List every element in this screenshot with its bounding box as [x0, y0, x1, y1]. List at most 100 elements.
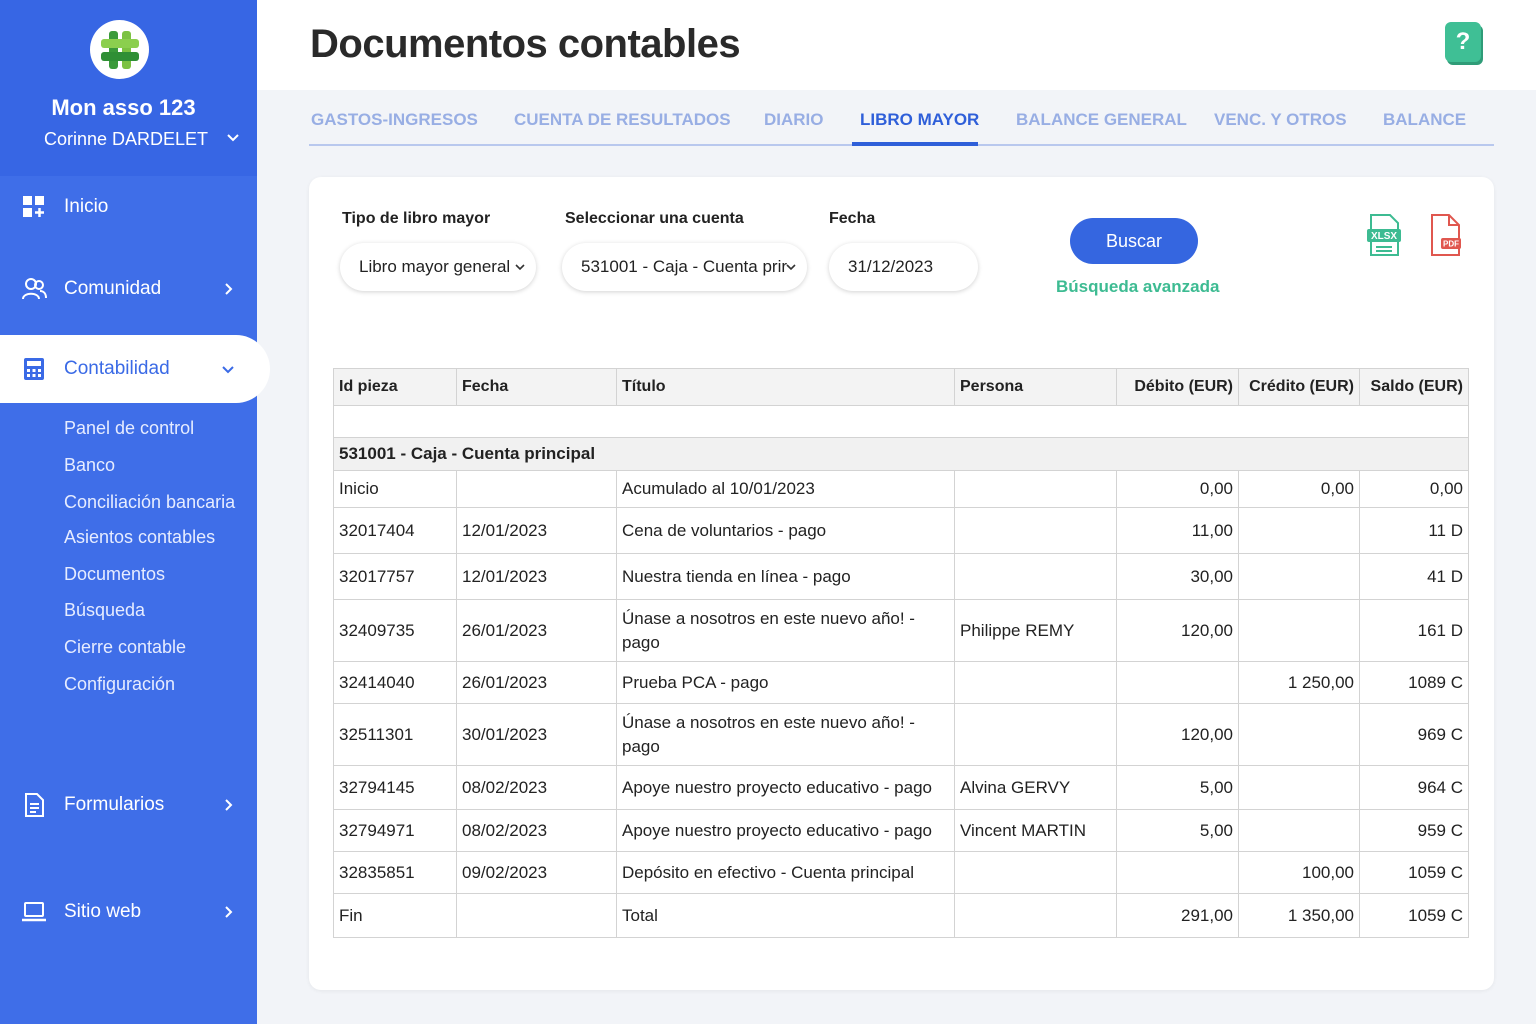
col-header[interactable]: Id pieza	[333, 368, 457, 406]
tab-libro-mayor[interactable]: LIBRO MAYOR	[860, 110, 979, 130]
table-cell: Total	[616, 893, 955, 938]
hash-logo-icon	[100, 30, 139, 69]
table-cell: 11,00	[1116, 507, 1239, 554]
table-row[interactable]: 32511301 30/01/2023 Únase a nosotros en es…	[333, 703, 1469, 766]
table-cell	[954, 553, 1117, 600]
table-cell: Vincent MARTIN	[954, 809, 1117, 852]
col-header[interactable]: Fecha	[456, 368, 617, 406]
table-cell: 11 D	[1359, 507, 1469, 554]
nav-formularios[interactable]: Formularios	[0, 775, 257, 835]
table-row[interactable]: 32794971 08/02/2023 Apoye nuestro proyecto…	[333, 809, 1469, 852]
table-cell: 32017404	[333, 507, 457, 554]
table-row[interactable]: 32414040 26/01/2023 Prueba PCA - pago 1 250…	[333, 661, 1469, 704]
table-cell: 964 C	[1359, 765, 1469, 810]
table-cell: Nuestra tienda en línea - pago	[616, 553, 955, 600]
xlsx-export-icon[interactable]: XLSX	[1366, 213, 1402, 257]
cuenta-select[interactable]: 531001 - Caja - Cuenta prir	[562, 243, 807, 291]
table-cell	[1238, 765, 1360, 810]
col-header[interactable]: Saldo (EUR)	[1359, 368, 1469, 406]
table-cell: 0,00	[1116, 470, 1239, 508]
tab-gastos-ingresos[interactable]: GASTOS-INGRESOS	[311, 110, 478, 130]
user-name[interactable]: Corinne DARDELET	[44, 129, 208, 150]
col-header[interactable]: Débito (EUR)	[1116, 368, 1239, 406]
table-cell: 09/02/2023	[456, 851, 617, 894]
fecha-label: Fecha	[829, 210, 876, 227]
table-cell	[1238, 703, 1360, 766]
tipo-select[interactable]: Libro mayor general	[340, 243, 536, 291]
search-button[interactable]: Buscar	[1070, 218, 1198, 264]
chevron-down-icon	[786, 264, 796, 271]
col-header[interactable]: Persona	[954, 368, 1117, 406]
table-row[interactable]: 32017757 12/01/2023 Nuestra tienda en líne…	[333, 553, 1469, 600]
nav-comunidad[interactable]: Comunidad	[0, 259, 257, 319]
tipo-label: Tipo de libro mayor	[342, 210, 491, 227]
table-cell: 1 250,00	[1238, 661, 1360, 704]
table-row[interactable]: Inicio Acumulado al 10/01/2023 0,00 0,00 0,0…	[333, 470, 1469, 508]
tab-diario[interactable]: DIARIO	[764, 110, 824, 130]
table-row[interactable]: 32017404 12/01/2023 Cena de voluntarios - …	[333, 507, 1469, 554]
tab-balance-general[interactable]: BALANCE GENERAL	[1016, 110, 1187, 130]
table-cell: Acumulado al 10/01/2023	[616, 470, 955, 508]
table-cell: 1089 C	[1359, 661, 1469, 704]
table-cell	[1116, 661, 1239, 704]
table-cell	[954, 893, 1117, 938]
table-cell: Prueba PCA - pago	[616, 661, 955, 704]
document-icon	[25, 793, 44, 817]
sub-item-conciliacion[interactable]: Conciliación bancaria	[64, 492, 235, 513]
table-cell: 32017757	[333, 553, 457, 600]
sub-item-busqueda[interactable]: Búsqueda	[64, 600, 145, 621]
sub-item-cierre[interactable]: Cierre contable	[64, 637, 186, 658]
nav-inicio[interactable]: Inicio	[0, 177, 257, 237]
table-cell: 291,00	[1116, 893, 1239, 938]
account-name: 531001 - Caja - Cuenta principal	[333, 437, 1469, 471]
table-cell	[954, 507, 1117, 554]
table-row[interactable]: 32835851 09/02/2023 Depósito en efectivo -…	[333, 851, 1469, 894]
table-cell: 30/01/2023	[456, 703, 617, 766]
tab-venc-otros[interactable]: VENC. Y OTROS	[1214, 110, 1347, 130]
chevron-down-icon[interactable]	[225, 130, 241, 146]
table-cell	[1116, 851, 1239, 894]
help-button[interactable]: ?	[1445, 22, 1481, 62]
table-cell: 26/01/2023	[456, 661, 617, 704]
table-cell: 32835851	[333, 851, 457, 894]
sub-item-panel[interactable]: Panel de control	[64, 418, 194, 439]
table-cell: 959 C	[1359, 809, 1469, 852]
table-cell	[1238, 553, 1360, 600]
nav-sitio-web[interactable]: Sitio web	[0, 882, 257, 942]
table-cell: 12/01/2023	[456, 507, 617, 554]
col-header[interactable]: Título	[616, 368, 955, 406]
table-cell: Cena de voluntarios - pago	[616, 507, 955, 554]
table-cell: 32414040	[333, 661, 457, 704]
sub-item-banco[interactable]: Banco	[64, 455, 115, 476]
table-cell: Apoye nuestro proyecto educativo - pago	[616, 809, 955, 852]
sub-item-documentos[interactable]: Documentos	[64, 564, 165, 585]
app-logo[interactable]	[90, 20, 149, 79]
chevron-right-icon	[225, 906, 233, 918]
tab-bar: GASTOS-INGRESOS CUENTA DE RESULTADOS DIA…	[309, 106, 1494, 146]
fecha-input[interactable]: 31/12/2023	[829, 243, 978, 291]
col-header[interactable]: Crédito (EUR)	[1238, 368, 1360, 406]
table-cell: 08/02/2023	[456, 765, 617, 810]
sub-item-asientos[interactable]: Asientos contables	[64, 527, 215, 548]
advanced-search-link[interactable]: Búsqueda avanzada	[1056, 277, 1219, 297]
table-row[interactable]: Fin Total 291,00 1 350,00 1059 C	[333, 893, 1469, 938]
cuenta-label: Seleccionar una cuenta	[565, 210, 744, 227]
table-cell	[1238, 809, 1360, 852]
table-cell	[456, 893, 617, 938]
laptop-icon	[22, 902, 46, 922]
sub-item-configuracion[interactable]: Configuración	[64, 674, 175, 695]
nav-contabilidad[interactable]: Contabilidad	[0, 335, 270, 403]
table-cell: Philippe REMY	[954, 599, 1117, 662]
table-row[interactable]: 32409735 26/01/2023 Únase a nosotros en es…	[333, 599, 1469, 662]
table-cell: 120,00	[1116, 599, 1239, 662]
table-row[interactable]: 32794145 08/02/2023 Apoye nuestro proyecto…	[333, 765, 1469, 810]
table-cell: 0,00	[1238, 470, 1360, 508]
table-cell: Únase a nosotros en este nuevo año! - pa…	[616, 599, 955, 662]
table-cell: 161 D	[1359, 599, 1469, 662]
pdf-export-icon[interactable]: PDF	[1427, 213, 1463, 257]
dashboard-icon	[23, 196, 44, 217]
tab-balance[interactable]: BALANCE	[1383, 110, 1466, 130]
tab-cuenta-resultados[interactable]: CUENTA DE RESULTADOS	[514, 110, 731, 130]
table-cell: 08/02/2023	[456, 809, 617, 852]
tipo-value: Libro mayor general	[359, 257, 511, 276]
